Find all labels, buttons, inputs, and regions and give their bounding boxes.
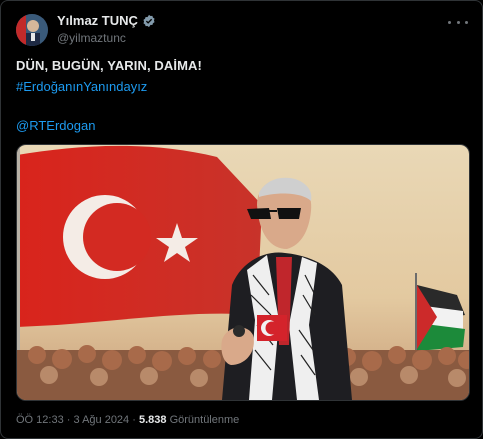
views-count: 5.838 — [138, 414, 167, 426]
avatar-image — [16, 14, 48, 46]
views-label: Görüntülenme — [169, 414, 240, 426]
meta-separator: · — [132, 414, 136, 426]
media-photo — [17, 145, 469, 400]
tweet-text-line: DÜN, BUGÜN, YARIN, DAİMA! — [16, 58, 202, 73]
author-name-row[interactable]: Yılmaz TUNÇ — [57, 13, 156, 28]
avatar[interactable] — [16, 14, 48, 46]
tweet-time[interactable]: ÖÖ 12:33 — [16, 414, 64, 426]
tweet-card[interactable]: Yılmaz TUNÇ @yilmaztunc DÜN, BUGÜN, YARI… — [0, 0, 483, 439]
tweet-date[interactable]: 3 Ağu 2024 — [74, 414, 130, 426]
more-horizontal-icon[interactable] — [448, 15, 468, 29]
verified-badge-icon — [143, 14, 155, 27]
author-display-name[interactable]: Yılmaz TUNÇ — [57, 13, 138, 28]
mention-link[interactable]: @RTErdogan — [16, 118, 95, 133]
tweet-media-image[interactable] — [16, 144, 470, 401]
hashtag-link[interactable]: #ErdoğanınYanındayız — [16, 79, 147, 94]
meta-separator: · — [66, 414, 71, 426]
author-handle[interactable]: @yilmaztunc — [57, 31, 126, 45]
tweet-meta: ÖÖ 12:33 · 3 Ağu 2024 · 5.838 Görüntülen… — [16, 414, 239, 426]
